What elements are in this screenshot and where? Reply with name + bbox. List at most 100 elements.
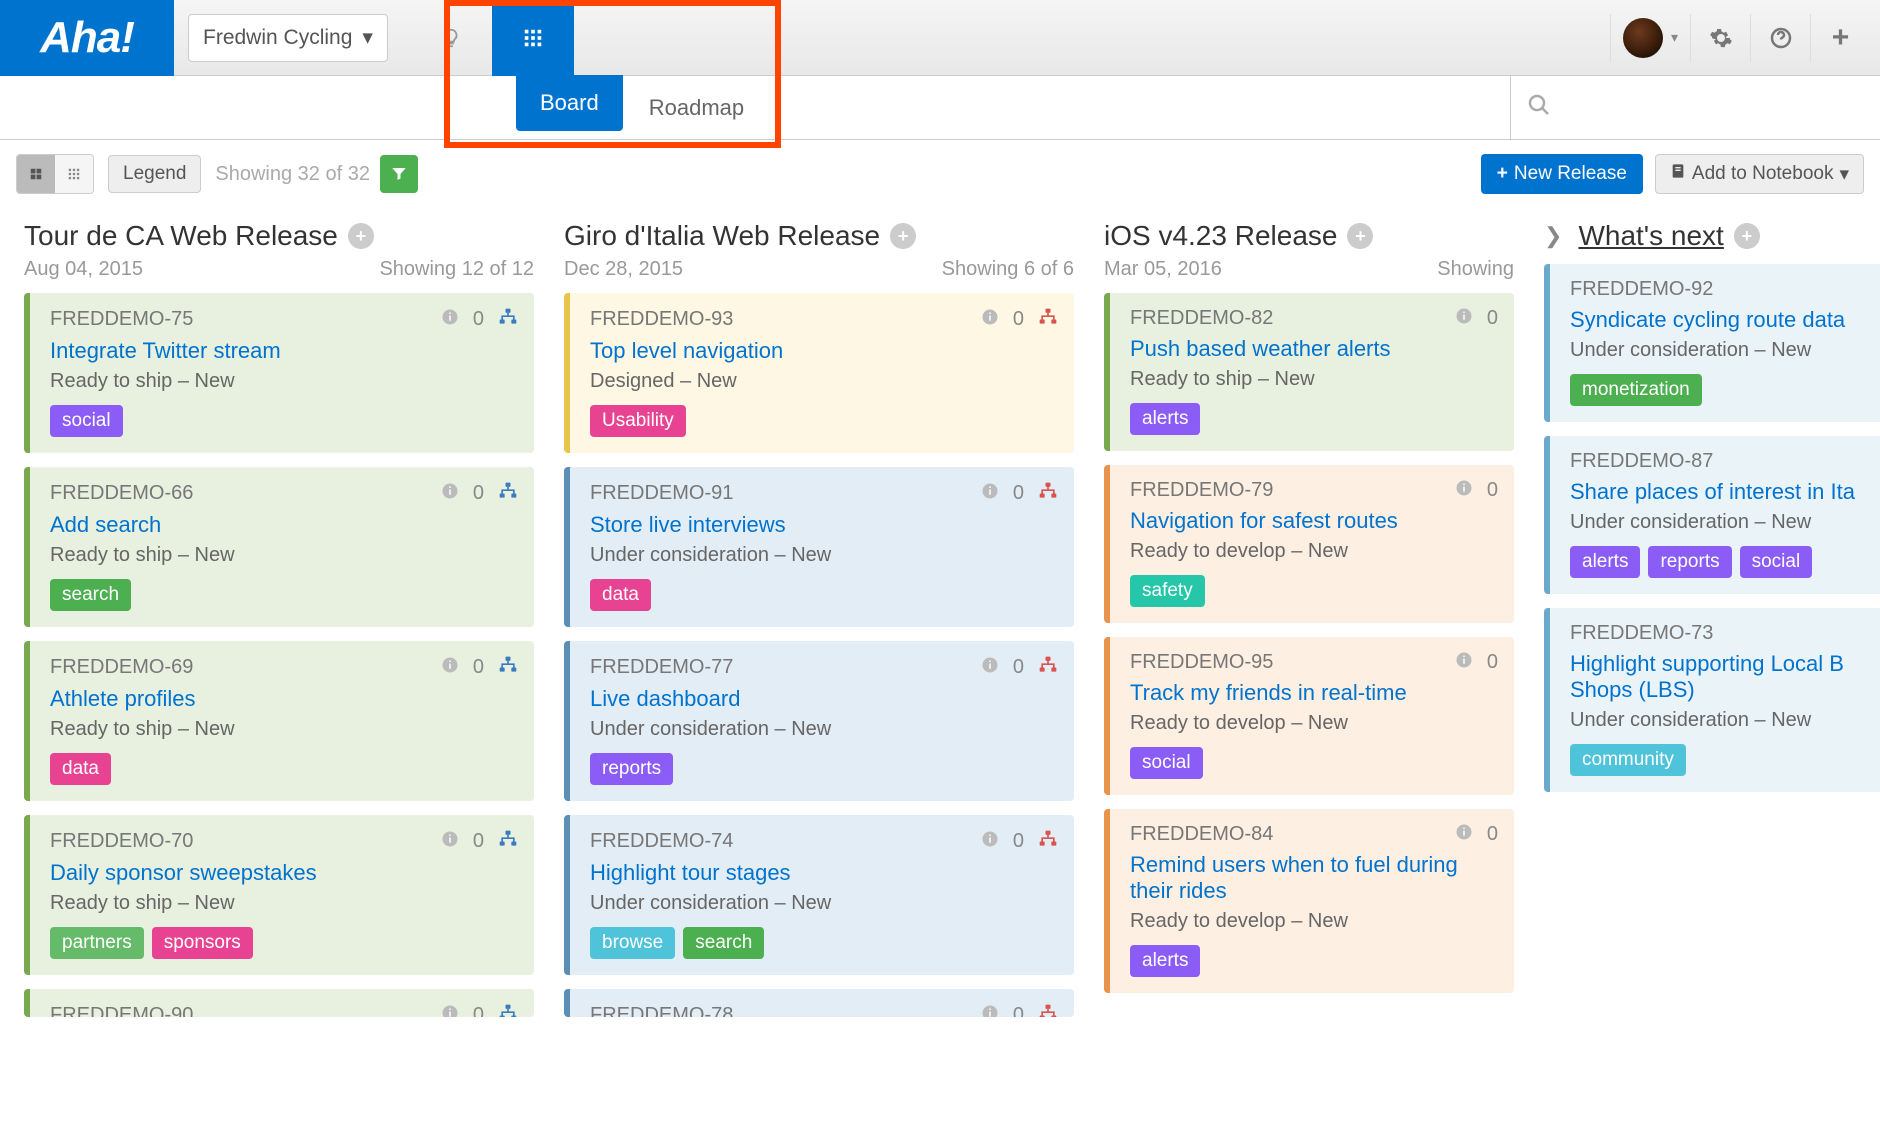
info-icon[interactable]	[441, 830, 459, 853]
hierarchy-icon[interactable]	[498, 1003, 518, 1017]
tag[interactable]: partners	[50, 927, 144, 959]
view-card-large[interactable]	[17, 155, 55, 193]
column-title[interactable]: Tour de CA Web Release	[24, 220, 338, 252]
add-card-button[interactable]: +	[348, 223, 374, 249]
view-card-small[interactable]	[55, 155, 93, 193]
card-title[interactable]: Add search	[50, 512, 518, 538]
tag[interactable]: social	[1740, 546, 1813, 578]
card-title[interactable]: Share places of interest in Ita	[1570, 479, 1880, 505]
card-title[interactable]: Remind users when to fuel during their r…	[1130, 852, 1498, 904]
feature-card[interactable]: FREDDEMO-750Integrate Twitter streamRead…	[24, 293, 534, 453]
feature-card[interactable]: FREDDEMO-92Syndicate cycling route dataU…	[1544, 264, 1880, 422]
add-to-notebook-button[interactable]: Add to Notebook ▾	[1655, 154, 1864, 194]
feature-card[interactable]: FREDDEMO-740Highlight tour stagesUnder c…	[564, 815, 1074, 975]
card-title[interactable]: Athlete profiles	[50, 686, 518, 712]
hierarchy-icon[interactable]	[498, 829, 518, 854]
info-icon[interactable]	[981, 830, 999, 853]
feature-card[interactable]: FREDDEMO-690Athlete profilesReady to shi…	[24, 641, 534, 801]
tag[interactable]: reports	[1648, 546, 1731, 578]
tag[interactable]: alerts	[1130, 945, 1200, 977]
add-card-button[interactable]: +	[1734, 223, 1760, 249]
hierarchy-icon[interactable]	[498, 655, 518, 680]
info-icon[interactable]	[441, 308, 459, 331]
card-title[interactable]: Daily sponsor sweepstakes	[50, 860, 518, 886]
info-icon[interactable]	[981, 1004, 999, 1017]
feature-card[interactable]: FREDDEMO-700Daily sponsor sweepstakesRea…	[24, 815, 534, 975]
card-title[interactable]: Push based weather alerts	[1130, 336, 1498, 362]
tag[interactable]: alerts	[1570, 546, 1640, 578]
tag[interactable]: social	[50, 405, 123, 437]
tag[interactable]: social	[1130, 747, 1203, 779]
tab-roadmap[interactable]: Roadmap	[625, 76, 768, 140]
tag[interactable]: browse	[590, 927, 675, 959]
hierarchy-icon[interactable]	[1038, 307, 1058, 332]
tag[interactable]: safety	[1130, 575, 1205, 607]
feature-card[interactable]: FREDDEMO-770Live dashboardUnder consider…	[564, 641, 1074, 801]
hierarchy-icon[interactable]	[1038, 1003, 1058, 1017]
tag[interactable]: search	[683, 927, 764, 959]
feature-card[interactable]: FREDDEMO-950Track my friends in real-tim…	[1104, 637, 1514, 795]
card-title[interactable]: Track my friends in real-time	[1130, 680, 1498, 706]
hierarchy-icon[interactable]	[1038, 655, 1058, 680]
card-title[interactable]: Highlight supporting Local B Shops (LBS)	[1570, 651, 1880, 703]
feature-card[interactable]: FREDDEMO-780	[564, 989, 1074, 1017]
aha-logo[interactable]: Aha!	[0, 0, 174, 76]
tag[interactable]: alerts	[1130, 403, 1200, 435]
tag[interactable]: community	[1570, 744, 1686, 776]
product-switcher[interactable]: Fredwin Cycling ▾	[188, 14, 388, 62]
feature-card[interactable]: FREDDEMO-910Store live interviewsUnder c…	[564, 467, 1074, 627]
grid-icon[interactable]	[492, 0, 574, 76]
feature-card[interactable]: FREDDEMO-660Add searchReady to ship – Ne…	[24, 467, 534, 627]
tag[interactable]: data	[50, 753, 111, 785]
card-title[interactable]: Store live interviews	[590, 512, 1058, 538]
column-title[interactable]: Giro d'Italia Web Release	[564, 220, 880, 252]
info-icon[interactable]	[981, 308, 999, 331]
card-title[interactable]: Syndicate cycling route data	[1570, 307, 1880, 333]
tag[interactable]: search	[50, 579, 131, 611]
feature-card[interactable]: FREDDEMO-930Top level navigationDesigned…	[564, 293, 1074, 453]
column-title[interactable]: iOS v4.23 Release	[1104, 220, 1337, 252]
card-title[interactable]: Highlight tour stages	[590, 860, 1058, 886]
filter-button[interactable]	[380, 155, 418, 193]
search-area[interactable]	[1510, 76, 1880, 140]
info-icon[interactable]	[1455, 307, 1473, 330]
info-icon[interactable]	[981, 482, 999, 505]
feature-card[interactable]: FREDDEMO-87Share places of interest in I…	[1544, 436, 1880, 594]
column-title[interactable]: What's next	[1578, 220, 1723, 252]
add-card-button[interactable]: +	[890, 223, 916, 249]
info-icon[interactable]	[441, 1004, 459, 1017]
feature-card[interactable]: FREDDEMO-820Push based weather alertsRea…	[1104, 293, 1514, 451]
feature-card[interactable]: FREDDEMO-840Remind users when to fuel du…	[1104, 809, 1514, 993]
info-icon[interactable]	[441, 482, 459, 505]
info-icon[interactable]	[1455, 823, 1473, 846]
gear-icon[interactable]	[1690, 14, 1750, 62]
card-title[interactable]: Integrate Twitter stream	[50, 338, 518, 364]
hierarchy-icon[interactable]	[1038, 481, 1058, 506]
hierarchy-icon[interactable]	[1038, 829, 1058, 854]
hierarchy-icon[interactable]	[498, 481, 518, 506]
tag[interactable]: data	[590, 579, 651, 611]
hierarchy-icon[interactable]	[498, 307, 518, 332]
legend-button[interactable]: Legend	[108, 155, 201, 193]
info-icon[interactable]	[1455, 479, 1473, 502]
tag[interactable]: reports	[590, 753, 673, 785]
tag[interactable]: sponsors	[152, 927, 253, 959]
tag[interactable]: Usability	[590, 405, 686, 437]
card-title[interactable]: Navigation for safest routes	[1130, 508, 1498, 534]
card-title[interactable]: Top level navigation	[590, 338, 1058, 364]
new-release-button[interactable]: + New Release	[1481, 154, 1643, 194]
help-icon[interactable]	[1750, 14, 1810, 62]
add-card-button[interactable]: +	[1347, 223, 1373, 249]
info-icon[interactable]	[441, 656, 459, 679]
plus-icon[interactable]: +	[1810, 14, 1870, 62]
feature-card[interactable]: FREDDEMO-73Highlight supporting Local B …	[1544, 608, 1880, 792]
feature-card[interactable]: FREDDEMO-790Navigation for safest routes…	[1104, 465, 1514, 623]
avatar-menu[interactable]: ▾	[1610, 14, 1690, 62]
card-title[interactable]: Live dashboard	[590, 686, 1058, 712]
tab-board[interactable]: Board	[516, 75, 623, 131]
chevron-right-icon[interactable]: ❯	[1544, 223, 1562, 249]
tag[interactable]: monetization	[1570, 374, 1702, 406]
feature-card[interactable]: FREDDEMO-900	[24, 989, 534, 1017]
lightbulb-icon[interactable]	[410, 0, 492, 76]
info-icon[interactable]	[981, 656, 999, 679]
